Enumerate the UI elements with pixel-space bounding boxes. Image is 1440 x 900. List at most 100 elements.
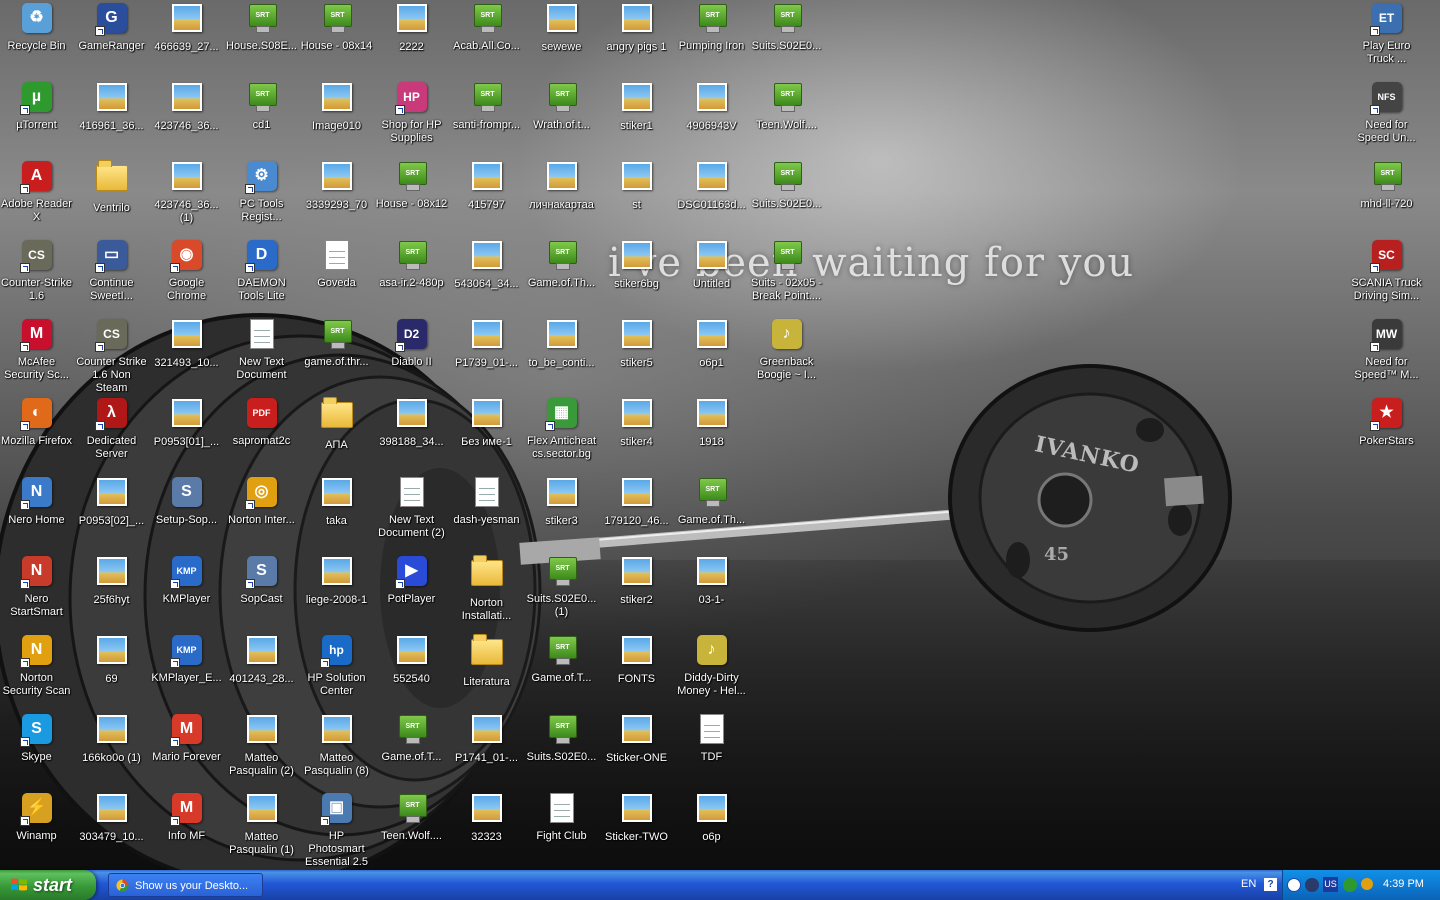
desktop-icon[interactable]: M McAfee Security Sc... [0,318,74,382]
desktop-icon[interactable]: Norton Installati... [449,555,524,623]
desktop-icon[interactable]: 4906943V [674,81,749,133]
desktop-icon[interactable]: 32323 [449,792,524,844]
desktop-icon[interactable]: CS Counter Strike 1.6 Non Steam [74,318,149,395]
desktop-icon[interactable]: 03-1- [674,555,749,607]
taskbar-item-chrome-window[interactable]: Show us your Deskto... [108,873,263,897]
desktop-icon[interactable]: S SopCast [224,555,299,606]
desktop-icon[interactable]: ET Play Euro Truck ... [1349,2,1424,66]
desktop-icon[interactable]: ◉ Google Chrome [149,239,224,303]
desktop-icon[interactable]: 303479_10... [74,792,149,844]
tray-back-arrow-icon[interactable] [1287,878,1301,892]
desktop-icon[interactable]: 416961_36... [74,81,149,133]
desktop-icon[interactable]: SRT Pumping Iron [674,2,749,53]
desktop-icon[interactable]: stiker3 [524,476,599,528]
desktop-icon[interactable]: NFS Need for Speed Un... [1349,81,1424,145]
desktop-icon[interactable]: SRT Wrath.of.t... [524,81,599,132]
desktop-icon[interactable]: o6p [674,792,749,844]
desktop-icon[interactable]: hp HP Solution Center [299,634,374,698]
desktop-icon[interactable]: 179120_46... [599,476,674,528]
desktop-icon[interactable]: 321493_10... [149,318,224,370]
desktop-icon[interactable]: SRT House - 08x14 [299,2,374,53]
desktop-icon[interactable]: N Nero StartSmart [0,555,74,619]
desktop-icon[interactable]: HP Shop for HP Supplies [374,81,449,145]
desktop-icon[interactable]: 1918 [674,397,749,449]
desktop-icon[interactable]: P0953[01]_... [149,397,224,449]
desktop-icon[interactable]: SRT Game.of.T... [524,634,599,685]
desktop-icon[interactable]: SRT mhd-ll-720 [1349,160,1424,211]
desktop-icon[interactable]: P1739_01-... [449,318,524,370]
desktop-icon[interactable]: SRT Game.of.Th... [524,239,599,290]
desktop-icon[interactable]: Ventrilo [74,160,149,215]
desktop-icon[interactable]: FONTS [599,634,674,686]
help-icon[interactable]: ? [1264,878,1277,891]
desktop-icon[interactable]: New Text Document (2) [374,476,449,540]
desktop-icon[interactable]: Matteo Pasqualin (8) [299,713,374,778]
desktop-icon[interactable]: stiker4 [599,397,674,449]
desktop-icon[interactable]: liege-2008-1 [299,555,374,607]
desktop-icon[interactable]: to_be_conti... [524,318,599,370]
desktop-icon[interactable]: SRT Teen.Wolf.... [749,81,824,132]
desktop-icon[interactable]: D DAEMON Tools Lite [224,239,299,303]
desktop-icon[interactable]: SRT Suits - 02x05 - Break Point.... [749,239,824,303]
desktop-icon[interactable]: Goveda [299,239,374,290]
desktop-icon[interactable]: S Skype [0,713,74,764]
desktop-icon[interactable]: G GameRanger [74,2,149,53]
tray-norton-icon[interactable] [1361,878,1373,890]
desktop-icon[interactable]: SRT Game.of.Th... [674,476,749,527]
desktop-icon[interactable]: SRT cd1 [224,81,299,132]
desktop-icon[interactable]: ⚡ Winamp [0,792,74,843]
desktop-icon[interactable]: 415797 [449,160,524,212]
desktop-icon[interactable]: N Nero Home [0,476,74,527]
desktop-icon[interactable]: 166ko0o (1) [74,713,149,765]
desktop-icon[interactable]: SC SCANIA Truck Driving Sim... [1349,239,1424,303]
desktop-icon[interactable]: 401243_28... [224,634,299,686]
desktop-icon[interactable]: 25f6hyt [74,555,149,607]
desktop-icon[interactable]: PDF sapromat2c [224,397,299,448]
desktop-icon[interactable]: CS Counter-Strike 1.6 [0,239,74,303]
start-button[interactable]: start [0,870,96,900]
desktop-icon[interactable]: Sticker-ONE [599,713,674,765]
desktop-icon[interactable]: DSC01163d... [674,160,749,212]
desktop-icon[interactable]: 466639_27... [149,2,224,54]
desktop-icon[interactable]: stiker1 [599,81,674,133]
desktop-icon[interactable]: SRT santi-frompr... [449,81,524,132]
tray-utorrent-icon[interactable] [1343,878,1357,892]
desktop-icon[interactable]: 423746_36... [149,81,224,133]
tray-network-icon[interactable] [1305,878,1319,892]
desktop-icon[interactable]: stiker6bg [599,239,674,291]
desktop-icon[interactable]: P0953[02]_... [74,476,149,528]
desktop-icon[interactable]: taka [299,476,374,528]
desktop-icon[interactable]: M Info MF [149,792,224,843]
desktop-icon[interactable]: SRT House.S08E... [224,2,299,53]
desktop-icon[interactable]: SRT Suits.S02E0... (1) [524,555,599,619]
desktop-icon[interactable]: Без име-1 [449,397,524,449]
desktop-icon[interactable]: SRT Teen.Wolf.... [374,792,449,843]
desktop-icon[interactable]: stiker2 [599,555,674,607]
desktop-icon[interactable]: ◎ Norton Inter... [224,476,299,527]
desktop-icon[interactable]: ♪ Greenback Boogie ~ I... [749,318,824,382]
desktop-icon[interactable]: M Mario Forever [149,713,224,764]
desktop-icon[interactable]: 2222 [374,2,449,54]
desktop-icon[interactable]: 552540 [374,634,449,686]
desktop-icon[interactable]: o6p1 [674,318,749,370]
desktop-icon[interactable]: SRT Suits.S02E0... [749,160,824,211]
desktop-icon[interactable]: SRT Suits.S02E0... [749,2,824,53]
desktop[interactable]: IVANKO 45 i've been waiting for you ♻ Rec… [0,0,1440,870]
desktop-icon[interactable]: New Text Document [224,318,299,382]
desktop-icon[interactable]: SRT Acab.All.Co... [449,2,524,53]
desktop-icon[interactable]: ⚙ PC Tools Regist... [224,160,299,224]
desktop-icon[interactable]: stiker5 [599,318,674,370]
desktop-icon[interactable]: dash-yesman [449,476,524,527]
tray-keyboard-layout[interactable]: US [1323,877,1338,892]
desktop-icon[interactable]: SRT Suits.S02E0... [524,713,599,764]
desktop-icon[interactable]: ▦ Flex Anticheat cs.sector.bg [524,397,599,461]
desktop-icon[interactable]: N Norton Security Scan [0,634,74,698]
desktop-icon[interactable]: ♻ Recycle Bin [0,2,74,53]
desktop-icon[interactable]: SRT Game.of.T... [374,713,449,764]
desktop-icon[interactable]: KMP KMPlayer [149,555,224,606]
desktop-icon[interactable]: st [599,160,674,212]
desktop-icon[interactable]: ▭ Continue SweetI... [74,239,149,303]
desktop-icon[interactable]: sewewe [524,2,599,54]
desktop-icon[interactable]: 543064_34... [449,239,524,291]
desktop-icon[interactable]: Untitled [674,239,749,291]
